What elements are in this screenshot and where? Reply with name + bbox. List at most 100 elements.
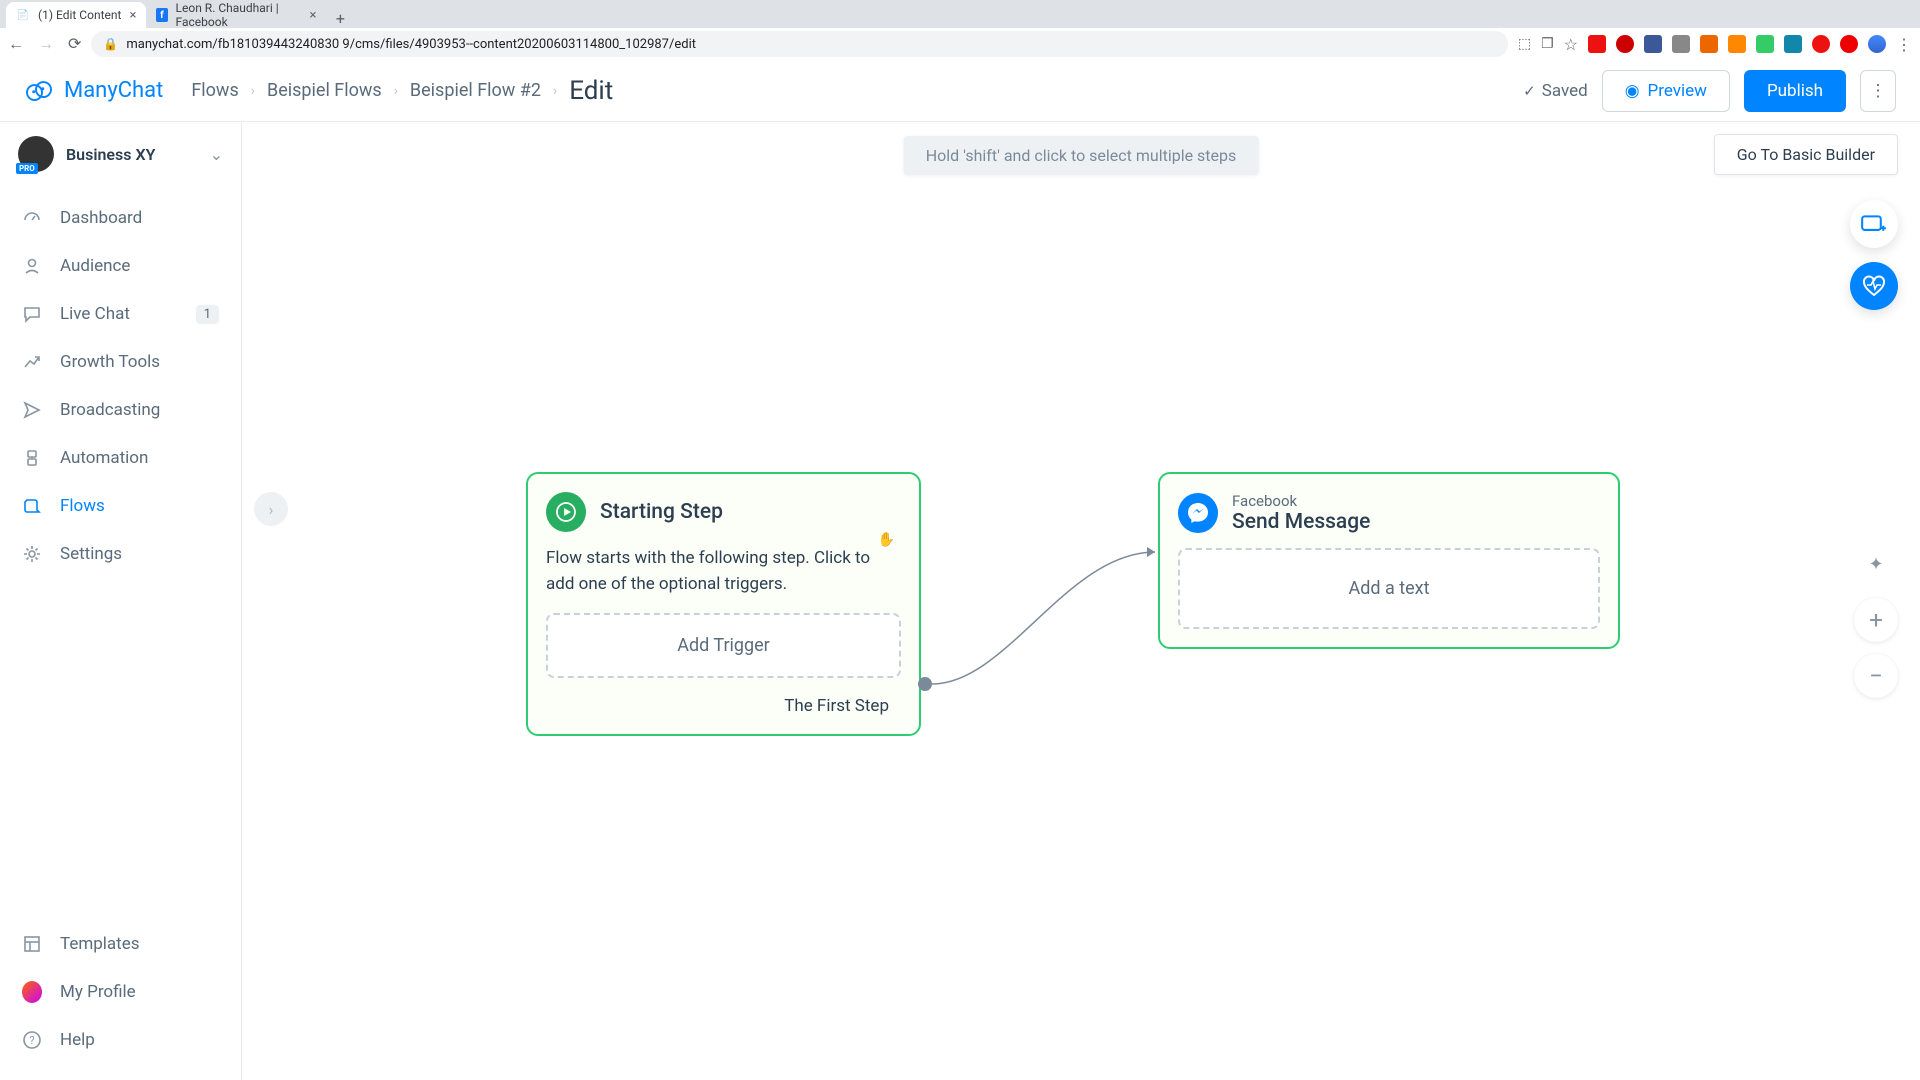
tab-title: (1) Edit Content: [38, 8, 121, 22]
hand-cursor-icon: ✋: [878, 532, 895, 548]
app-logo[interactable]: ManyChat: [24, 76, 163, 106]
plus-icon: +: [1869, 606, 1883, 634]
sidebar-item-flows[interactable]: Flows: [0, 482, 241, 530]
chevron-right-icon: ›: [269, 500, 274, 519]
sidebar-item-automation[interactable]: Automation: [0, 434, 241, 482]
extension-icons: ⬚ ❐ ☆ ⋮: [1518, 35, 1912, 54]
ext-icon[interactable]: ⬚: [1518, 36, 1531, 52]
sidebar-item-settings[interactable]: Settings: [0, 530, 241, 578]
favorite-button[interactable]: [1850, 262, 1898, 310]
dashboard-icon: [22, 208, 42, 228]
sidebar-item-label: Growth Tools: [60, 352, 160, 372]
account-switcher[interactable]: PRO Business XY ⌄: [0, 122, 241, 186]
sidebar-item-my-profile[interactable]: My Profile: [0, 968, 241, 1016]
sidebar-item-audience[interactable]: Audience: [0, 242, 241, 290]
starting-step-card[interactable]: Starting Step ✋ Flow starts with the fol…: [526, 472, 921, 736]
sidebar-item-label: Live Chat: [60, 304, 130, 324]
more-button[interactable]: ⋮: [1860, 70, 1896, 112]
tab-title: Leon R. Chaudhari | Facebook: [176, 1, 302, 29]
sidebar-item-label: Dashboard: [60, 208, 142, 228]
chat-icon: [22, 304, 42, 324]
more-vertical-icon: ⋮: [1870, 81, 1887, 101]
ext-icon[interactable]: [1588, 35, 1606, 53]
ext-icon[interactable]: [1700, 35, 1718, 53]
sidebar-item-label: Audience: [60, 256, 130, 276]
app-header: ManyChat Flows › Beispiel Flows › Beispi…: [0, 60, 1920, 122]
sidebar-item-label: My Profile: [60, 982, 136, 1002]
browser-tab-active[interactable]: 📄 (1) Edit Content ×: [6, 2, 146, 28]
breadcrumb-item[interactable]: Beispiel Flows: [267, 80, 382, 101]
add-card-icon: [1860, 213, 1888, 235]
browser-tab-bar: 📄 (1) Edit Content × f Leon R. Chaudhari…: [0, 0, 1920, 28]
publish-button[interactable]: Publish: [1744, 70, 1846, 112]
ext-icon[interactable]: [1672, 35, 1690, 53]
add-block-button[interactable]: [1850, 200, 1898, 248]
sidebar-item-templates[interactable]: Templates: [0, 920, 241, 968]
logo-text: ManyChat: [64, 78, 163, 103]
address-bar[interactable]: 🔒 manychat.com/fb181039443240830 9/cms/f…: [91, 31, 1507, 57]
ext-icon[interactable]: [1784, 35, 1802, 53]
card-title: Send Message: [1232, 510, 1370, 534]
sidebar-expand-button[interactable]: ›: [254, 492, 288, 526]
sidebar-item-label: Broadcasting: [60, 400, 160, 420]
tab-favicon: f: [156, 8, 167, 22]
browser-menu-button[interactable]: ⋮: [1896, 35, 1912, 54]
close-icon[interactable]: ×: [129, 8, 136, 23]
basic-builder-button[interactable]: Go To Basic Builder: [1714, 134, 1898, 175]
check-icon: ✓: [1523, 82, 1536, 100]
sidebar-item-label: Help: [60, 1030, 95, 1050]
sidebar-item-label: Flows: [60, 496, 105, 516]
floating-tools: [1850, 200, 1898, 310]
browser-reload-button[interactable]: ⟳: [68, 34, 81, 54]
browser-tab[interactable]: f Leon R. Chaudhari | Facebook ×: [146, 2, 326, 28]
logo-icon: [24, 76, 54, 106]
pro-badge: PRO: [16, 163, 38, 174]
add-text-button[interactable]: Add a text: [1178, 548, 1600, 629]
chevron-down-icon: ⌄: [210, 145, 223, 164]
add-trigger-button[interactable]: Add Trigger: [546, 613, 901, 678]
preview-button[interactable]: ◉ Preview: [1602, 70, 1730, 112]
card-title: Starting Step: [600, 500, 723, 524]
templates-icon: [22, 934, 42, 954]
breadcrumb-item[interactable]: Flows: [191, 80, 238, 101]
zoom-in-button[interactable]: +: [1854, 598, 1898, 642]
sidebar-item-dashboard[interactable]: Dashboard: [0, 194, 241, 242]
ext-icon[interactable]: [1616, 35, 1634, 53]
user-avatar-icon[interactable]: [1868, 35, 1886, 53]
nav-bottom: Templates My Profile ? Help: [0, 912, 241, 1080]
close-icon[interactable]: ×: [309, 8, 316, 23]
sidebar-item-live-chat[interactable]: Live Chat 1: [0, 290, 241, 338]
chat-badge: 1: [196, 305, 219, 324]
card-description: Flow starts with the following step. Cli…: [546, 546, 901, 597]
ext-icon[interactable]: [1756, 35, 1774, 53]
sidebar-item-help[interactable]: ? Help: [0, 1016, 241, 1064]
send-message-card[interactable]: Facebook Send Message Add a text: [1158, 472, 1620, 649]
nav-main: Dashboard Audience Live Chat 1 Growth To…: [0, 186, 241, 912]
auto-layout-button[interactable]: ✦: [1854, 542, 1898, 586]
browser-forward-button[interactable]: →: [38, 34, 54, 54]
breadcrumb: Flows › Beispiel Flows › Beispiel Flow #…: [191, 76, 613, 106]
star-icon[interactable]: ☆: [1564, 35, 1578, 54]
audience-icon: [22, 256, 42, 276]
flow-canvas[interactable]: Hold 'shift' and click to select multipl…: [242, 122, 1920, 1080]
svg-text:?: ?: [29, 1034, 34, 1047]
zoom-out-button[interactable]: −: [1854, 654, 1898, 698]
help-icon: ?: [22, 1030, 42, 1050]
lock-icon: 🔒: [103, 37, 118, 51]
browser-back-button[interactable]: ←: [8, 34, 24, 54]
ext-icon[interactable]: [1840, 35, 1858, 53]
ext-icon[interactable]: [1728, 35, 1746, 53]
breadcrumb-item[interactable]: Beispiel Flow #2: [410, 80, 541, 101]
chevron-right-icon: ›: [394, 83, 398, 99]
zoom-controls: ✦ + −: [1854, 542, 1898, 698]
ext-icon[interactable]: [1812, 35, 1830, 53]
publish-label: Publish: [1767, 81, 1823, 101]
sidebar-item-growth-tools[interactable]: Growth Tools: [0, 338, 241, 386]
ext-icon[interactable]: ❐: [1541, 36, 1554, 52]
flows-icon: [22, 496, 42, 516]
save-status: ✓ Saved: [1523, 81, 1588, 101]
sidebar-item-label: Settings: [60, 544, 122, 564]
sidebar-item-broadcasting[interactable]: Broadcasting: [0, 386, 241, 434]
new-tab-button[interactable]: +: [326, 9, 354, 28]
ext-icon[interactable]: [1644, 35, 1662, 53]
